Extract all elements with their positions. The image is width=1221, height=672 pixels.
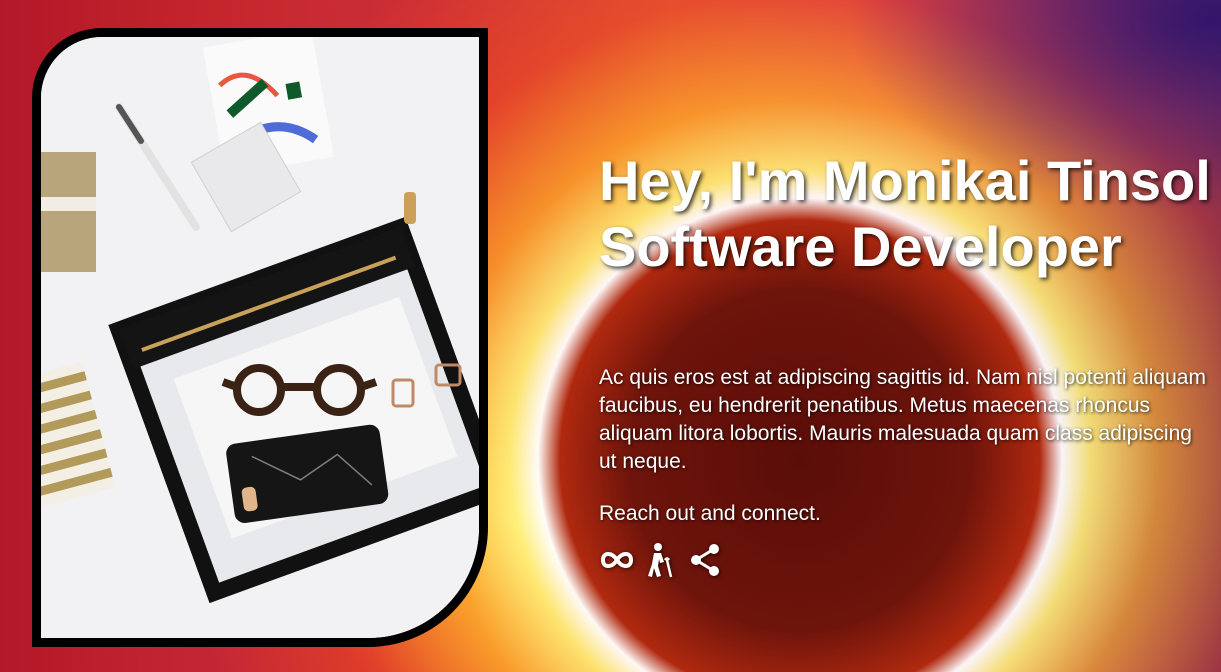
title-line-greeting: Hey, I'm Monikai Tinsol <box>599 149 1211 212</box>
title-line-role: Software Developer <box>599 215 1122 278</box>
intro-content: Hey, I'm Monikai Tinsol Software Develop… <box>599 148 1221 578</box>
contact-prompt: Reach out and connect. <box>599 502 821 525</box>
accessibility-link[interactable] <box>643 542 679 578</box>
social-links <box>599 542 1221 578</box>
infinity-icon <box>600 552 634 568</box>
profile-photo <box>32 28 488 647</box>
bio-paragraph: Ac quis eros est at adipiscing sagittis … <box>599 366 1206 473</box>
person-with-cane-icon <box>648 543 673 578</box>
share-link[interactable] <box>687 542 723 578</box>
infinity-link[interactable] <box>599 542 635 578</box>
page-title: Hey, I'm Monikai Tinsol Software Develop… <box>599 148 1221 280</box>
share-icon <box>691 544 719 576</box>
desk-flatlay-image <box>41 37 479 638</box>
hero-section: Hey, I'm Monikai Tinsol Software Develop… <box>0 0 1221 672</box>
